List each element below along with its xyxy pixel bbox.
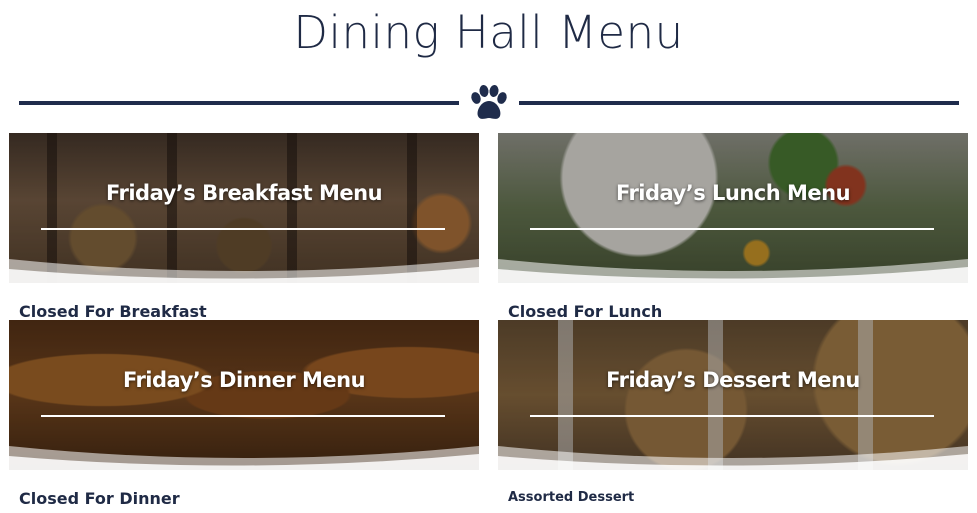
dinner-menu-title: Friday’s Dinner Menu [122, 368, 366, 392]
dessert-status: Assorted Dessert [508, 490, 635, 505]
lunch-title-underline [530, 228, 934, 230]
paw-icon [471, 85, 507, 119]
divider-line-right [519, 101, 959, 105]
breakfast-title-underline [41, 228, 445, 230]
breakfast-menu-card[interactable]: Friday’s Breakfast Menu [9, 133, 479, 283]
dinner-status: Closed For Dinner [19, 489, 180, 508]
dinner-menu-card[interactable]: Friday’s Dinner Menu [9, 320, 479, 470]
divider-line-left [19, 101, 459, 105]
dessert-menu-title: Friday’s Dessert Menu [606, 368, 860, 392]
lunch-menu-title: Friday’s Lunch Menu [615, 181, 851, 205]
breakfast-menu-title: Friday’s Breakfast Menu [105, 181, 383, 205]
card-wave-decoration [9, 446, 479, 470]
breakfast-status: Closed For Breakfast [19, 302, 207, 321]
dessert-menu-card[interactable]: Friday’s Dessert Menu [498, 320, 968, 470]
lunch-status: Closed For Lunch [508, 302, 663, 321]
card-wave-decoration [9, 259, 479, 283]
title-divider [19, 84, 959, 124]
dinner-title-underline [41, 415, 445, 417]
page-title: Dining Hall Menu [293, 6, 684, 59]
card-wave-decoration [498, 259, 968, 283]
card-wave-decoration [498, 446, 968, 470]
lunch-menu-card[interactable]: Friday’s Lunch Menu [498, 133, 968, 283]
dessert-title-underline [530, 415, 934, 417]
